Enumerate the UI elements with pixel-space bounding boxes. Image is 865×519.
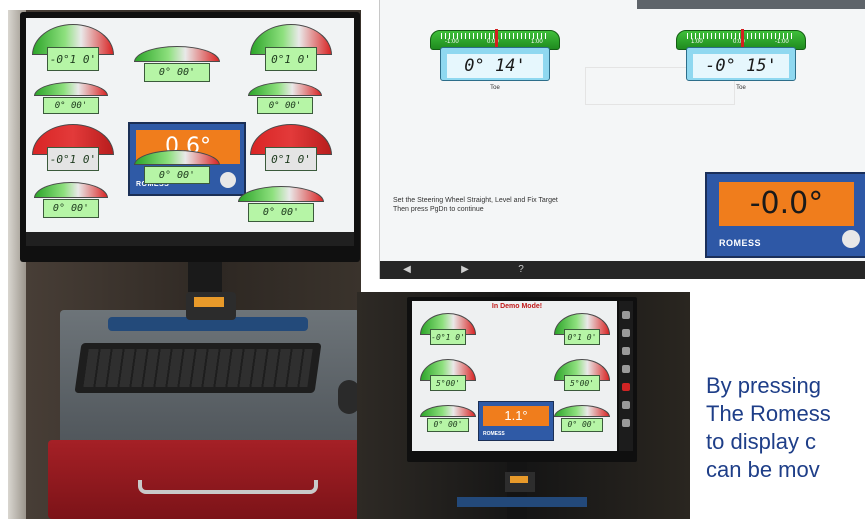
toe-caption: Toe	[490, 85, 500, 91]
gauge-readout: 0° 00'	[42, 198, 100, 218]
camber-gauge-rear-left: -0°1 0'	[32, 124, 114, 176]
title-bar	[637, 0, 865, 9]
drawer-handle	[138, 480, 318, 494]
toe-readout-box: 0° 14'	[440, 47, 550, 81]
sidebar-button[interactable]	[622, 401, 630, 409]
gauge-readout: 0° 00'	[560, 417, 604, 432]
brand-logo: ROMESS	[483, 431, 505, 437]
caption-line: can be mov	[706, 457, 820, 482]
toe-value: 0° 14'	[447, 54, 543, 78]
toe-gauge-rear-right: 0° 00'	[238, 186, 324, 226]
sidebar-button[interactable]	[622, 419, 630, 427]
gauge-readout: 0° 00'	[144, 165, 210, 185]
caster-gauge-left: 5°00'	[420, 359, 476, 395]
monitor-screen: In Demo Mode! -0°1 0' 0°1 0' 5°00' 5°00'	[412, 301, 617, 451]
settings-icon[interactable]	[842, 230, 860, 248]
gauge-readout: -0°1 0'	[46, 147, 100, 171]
toe-gauge-rear-right: 0° 00'	[554, 405, 610, 435]
caption-line: to display c	[706, 429, 817, 454]
gauge-readout: 0°1 0'	[264, 47, 318, 71]
screen-sidebar	[619, 301, 633, 451]
gauge-readout: 5°00'	[564, 375, 600, 392]
monitor-stand	[188, 262, 222, 292]
toe-gauge-front-right: 0° 00'	[248, 82, 322, 118]
gauge-readout: -0°1 0'	[46, 47, 100, 71]
camber-gauge-front-right: 0°1 0'	[554, 313, 610, 349]
sidebar-button-active[interactable]	[622, 383, 630, 391]
gauge-readout: 5°00'	[430, 375, 466, 392]
forward-arrow-icon[interactable]: ▶	[460, 265, 470, 275]
gauge-arc	[554, 405, 610, 417]
instruction-text: Set the Steering Wheel Straight, Level a…	[393, 196, 558, 214]
demo-mode-title: In Demo Mode!	[491, 303, 543, 310]
scale-label: -1:00	[445, 39, 459, 45]
toe-caption: Toe	[736, 85, 746, 91]
monitor: -0°1 0' 0°1 0' 0° 00' 0° 00' 0° 00' 0.6°…	[20, 12, 360, 262]
sidebar-button[interactable]	[622, 365, 630, 373]
scale-label: -1:00	[775, 39, 789, 45]
gauge-arc	[34, 182, 108, 198]
monitor-screen: -0°1 0' 0°1 0' 0° 00' 0° 00' 0° 00' 0.6°…	[26, 18, 354, 246]
gauge-readout: 0° 00'	[144, 62, 210, 82]
sidebar-button[interactable]	[622, 347, 630, 355]
toe-gauge-rear-left: 0° 00'	[34, 182, 108, 222]
caster-gauge-right: 5°00'	[554, 359, 610, 395]
scale-label: 1:00	[691, 39, 703, 45]
camber-gauge-front-left: -0°1 0'	[32, 24, 114, 76]
toe-gauge-left: -1:00 0:00 1:00 0° 14' Toe	[430, 29, 560, 98]
demo-mode-photo: In Demo Mode! -0°1 0' 0°1 0' 5°00' 5°00'	[357, 292, 690, 519]
gauge-readout: 0° 00'	[426, 417, 470, 432]
help-icon[interactable]: ?	[516, 265, 526, 275]
steering-bar	[457, 497, 587, 507]
screen-toolbar	[26, 232, 354, 246]
page: -0°1 0' 0°1 0' 0° 00' 0° 00' 0° 00' 0.6°…	[0, 0, 865, 519]
toe-readout-box: -0° 15'	[686, 47, 796, 81]
monitor: In Demo Mode! -0°1 0' 0°1 0' 5°00' 5°00'	[407, 297, 637, 462]
level-value: -0.0°	[719, 182, 854, 226]
alignment-screen: -1:00 0:00 1:00 0° 14' Toe 1:00 0:00 -1:…	[379, 0, 865, 279]
camber-gauge-front-left: -0°1 0'	[420, 313, 476, 349]
alignment-station-photo: -0°1 0' 0°1 0' 0° 00' 0° 00' 0° 00' 0.6°…	[8, 10, 361, 519]
gauge-readout: 0° 00'	[248, 202, 314, 222]
caption-line: The Romess	[706, 401, 831, 426]
camber-gauge-front-right: 0°1 0'	[250, 24, 332, 76]
camber-gauge-rear-right: 0°1 0'	[250, 124, 332, 176]
romess-inclinometer	[186, 292, 236, 320]
caster-gauge: 0° 00'	[134, 46, 220, 86]
gauge-arc	[420, 405, 476, 417]
toe-gauge-rear-left: 0° 00'	[420, 405, 476, 435]
brand-logo: ROMESS	[719, 238, 762, 248]
caption-line: By pressing	[706, 373, 821, 398]
gauge-arc	[134, 46, 220, 62]
instruction-line: Set the Steering Wheel Straight, Level a…	[393, 197, 558, 204]
level-display: -0.0° ROMESS	[705, 172, 865, 258]
gauge-arc	[34, 82, 108, 97]
sidebar-button[interactable]	[622, 311, 630, 319]
keyboard	[74, 343, 322, 393]
romess-inclinometer	[505, 472, 535, 492]
gauge-readout: 0° 00'	[42, 97, 100, 115]
scale-label: 1:00	[531, 39, 543, 45]
thrust-gauge: 0° 00'	[134, 150, 220, 188]
level-value: 1.1°	[483, 406, 549, 426]
gauge-arc	[248, 82, 322, 97]
instruction-line: Then press PgDn to continue	[393, 206, 484, 213]
toe-gauge-right: 1:00 0:00 -1:00 -0° 15' Toe	[676, 29, 806, 98]
gauge-readout: 0°1 0'	[264, 147, 318, 171]
settings-icon[interactable]	[220, 172, 236, 188]
gauge-arc	[238, 186, 324, 202]
toe-gauge-front-left: 0° 00'	[34, 82, 108, 118]
back-arrow-icon[interactable]: ◀	[402, 265, 412, 275]
gauge-readout: 0° 00'	[256, 97, 314, 115]
level-display: 1.1° ROMESS	[478, 401, 554, 441]
gauge-arc	[134, 150, 220, 166]
gauge-readout: 0°1 0'	[564, 329, 600, 346]
sidebar-button[interactable]	[622, 329, 630, 337]
caption-text: By pressing The Romess to display c can …	[706, 372, 865, 484]
navigation-bar: ◀ ▶ ?	[380, 261, 865, 279]
toe-value: -0° 15'	[693, 54, 789, 78]
gauge-readout: -0°1 0'	[430, 329, 466, 346]
